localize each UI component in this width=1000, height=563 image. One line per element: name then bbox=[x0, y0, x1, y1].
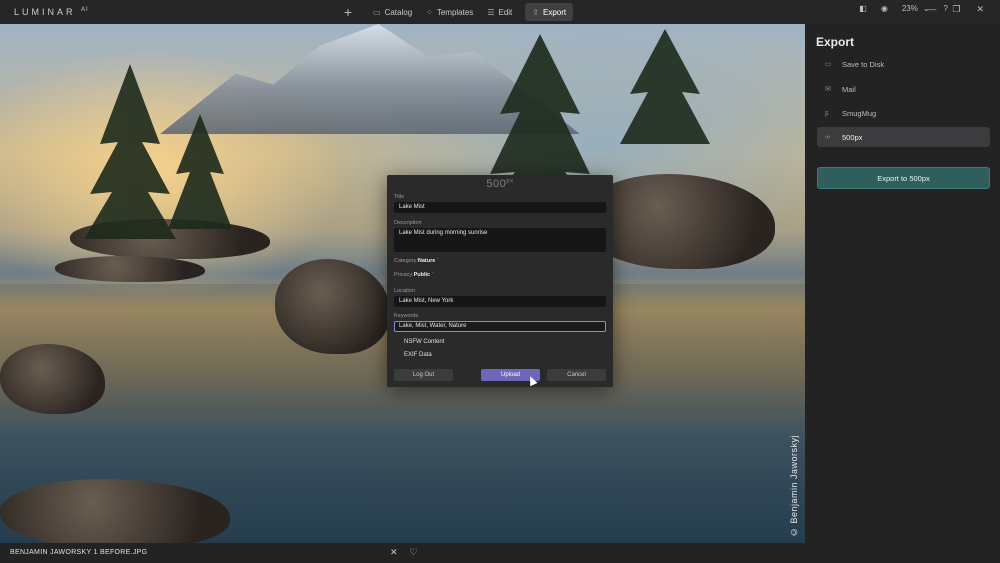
zoom-select[interactable]: 23% ⌄ bbox=[902, 4, 930, 13]
location-field[interactable]: Lake Mist, New York bbox=[394, 296, 606, 307]
keywords-field[interactable]: Lake, Mist, Water, Nature bbox=[394, 321, 606, 332]
500px-logo: 500px bbox=[387, 178, 613, 190]
nav-templates[interactable]: ⁘ Templates bbox=[419, 3, 480, 21]
export-panel: Export ▭ Save to Disk ✉ Mail ʂ SmugMug ∞… bbox=[805, 24, 1000, 563]
option-label: SmugMug bbox=[842, 108, 877, 118]
option-label: Mail bbox=[842, 84, 856, 94]
compare-icon[interactable]: ◧ bbox=[859, 4, 867, 13]
tree-left-2 bbox=[168, 114, 232, 229]
smugmug-icon: ʂ bbox=[825, 109, 829, 117]
export-option-save-to-disk[interactable]: ▭ Save to Disk bbox=[817, 54, 990, 74]
nav-templates-label: Templates bbox=[436, 7, 474, 17]
chevron-down-icon: ˇ bbox=[431, 272, 434, 278]
location-label: Location bbox=[394, 288, 415, 294]
main-nav: + ▭ Catalog ⁘ Templates ☰ Edit ⇪ Export bbox=[340, 3, 574, 21]
log-out-button[interactable]: Log Out bbox=[394, 369, 453, 381]
close-icon[interactable]: ✕ bbox=[976, 4, 984, 15]
export-option-smugmug[interactable]: ʂ SmugMug bbox=[817, 103, 990, 123]
category-select[interactable]: Category:Nature ˇ bbox=[394, 258, 439, 264]
exif-label: EXIF Data bbox=[404, 352, 432, 358]
500px-upload-dialog: 500px Title Lake Mist Description Lake M… bbox=[387, 175, 613, 387]
mail-icon: ✉ bbox=[825, 86, 831, 93]
add-icon[interactable]: + bbox=[340, 4, 356, 20]
catalog-icon: ▭ bbox=[373, 7, 381, 17]
chevron-down-icon: ˇ bbox=[436, 258, 439, 264]
eye-icon[interactable]: ◉ bbox=[881, 4, 888, 13]
cancel-button[interactable]: Cancel bbox=[547, 369, 606, 381]
category-label: Category: bbox=[394, 258, 418, 264]
nav-export[interactable]: ⇪ Export bbox=[525, 3, 574, 21]
checkbox-icon bbox=[396, 339, 402, 345]
nsfw-label: NSFW Content bbox=[404, 339, 445, 345]
nav-edit-label: Edit bbox=[498, 7, 513, 17]
option-label: 500px bbox=[842, 132, 863, 142]
app-logo-text: LUMINAR bbox=[14, 7, 76, 17]
export-option-mail[interactable]: ✉ Mail bbox=[817, 79, 990, 99]
image-actions: ✕ ♡ bbox=[390, 547, 418, 558]
photo-credit: © Benjamin Jaworskyj bbox=[789, 434, 799, 537]
title-field[interactable]: Lake Mist bbox=[394, 202, 606, 213]
privacy-select[interactable]: Privacy:Public ˇ bbox=[394, 272, 433, 278]
nsfw-checkbox[interactable]: NSFW Content bbox=[396, 339, 444, 345]
window-controls: — ❐ ✕ bbox=[927, 4, 1000, 15]
app-logo: LUMINAR AI bbox=[14, 7, 89, 17]
app-logo-sup: AI bbox=[81, 7, 89, 13]
nav-export-label: Export bbox=[542, 7, 567, 17]
privacy-value: Public bbox=[413, 272, 431, 278]
500px-logo-sup: px bbox=[506, 178, 514, 185]
tree-far-right bbox=[620, 29, 710, 144]
500px-icon: ∞ bbox=[825, 133, 830, 141]
heart-icon[interactable]: ♡ bbox=[410, 547, 418, 558]
file-name: BENJAMIN JAWORSKY 1 BEFORE.JPG bbox=[10, 549, 148, 556]
zoom-value: 23% bbox=[901, 4, 918, 13]
export-option-500px[interactable]: ∞ 500px bbox=[817, 127, 990, 147]
folder-icon: ▭ bbox=[825, 61, 832, 68]
reject-icon[interactable]: ✕ bbox=[390, 547, 398, 558]
description-field[interactable]: Lake Mist during morning sunrise bbox=[394, 228, 606, 252]
restore-icon[interactable]: ❐ bbox=[952, 4, 960, 15]
panel-title: Export bbox=[816, 35, 855, 49]
top-bar: LUMINAR AI + ▭ Catalog ⁘ Templates ☰ Edi… bbox=[0, 0, 1000, 24]
checkbox-icon bbox=[396, 352, 402, 358]
export-icon: ⇪ bbox=[532, 7, 539, 17]
title-label: Title bbox=[394, 194, 405, 200]
option-label: Save to Disk bbox=[842, 59, 885, 69]
nav-catalog[interactable]: ▭ Catalog bbox=[366, 3, 419, 21]
category-value: Nature bbox=[417, 258, 436, 264]
description-label: Description bbox=[394, 220, 422, 226]
exif-checkbox[interactable]: EXIF Data bbox=[396, 352, 432, 358]
nav-edit[interactable]: ☰ Edit bbox=[480, 3, 519, 21]
templates-icon: ⁘ bbox=[426, 7, 433, 17]
keywords-label: Keywords bbox=[394, 313, 419, 319]
minimize-icon[interactable]: — bbox=[927, 4, 936, 15]
nav-catalog-label: Catalog bbox=[384, 7, 413, 17]
export-to-500px-button[interactable]: Export to 500px bbox=[817, 167, 990, 189]
500px-logo-text: 500 bbox=[486, 178, 507, 190]
edit-icon: ☰ bbox=[487, 7, 495, 17]
privacy-label: Privacy: bbox=[394, 272, 414, 278]
tree-left bbox=[84, 64, 176, 239]
filmstrip-bar: BENJAMIN JAWORSKY 1 BEFORE.JPG ✕ ♡ bbox=[0, 543, 805, 563]
